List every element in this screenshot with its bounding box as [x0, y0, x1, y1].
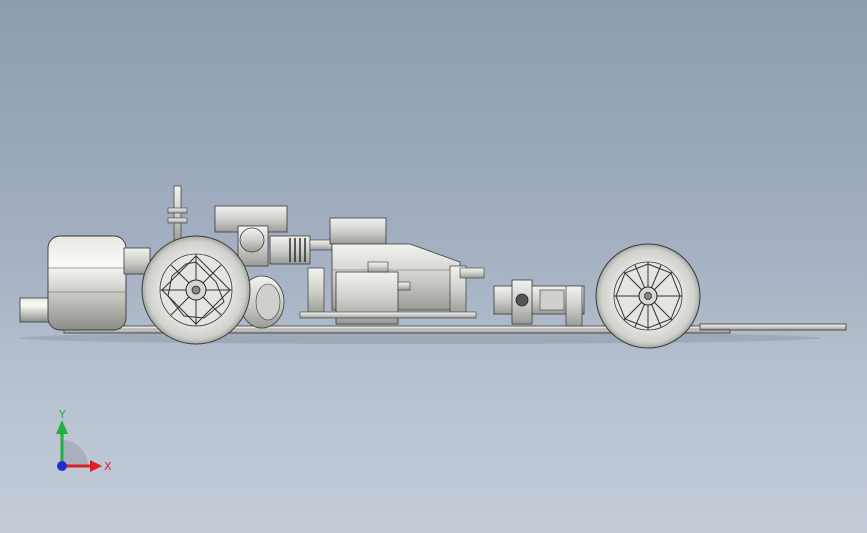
x-axis-label: X	[104, 460, 112, 473]
rear-wheel[interactable]	[141, 235, 251, 345]
center-housing[interactable]	[329, 217, 461, 325]
z-axis-dot	[57, 461, 67, 471]
chassis-model[interactable]	[0, 0, 867, 533]
front-wheel[interactable]	[595, 243, 701, 349]
steering-servo[interactable]	[493, 279, 585, 327]
antenna-post[interactable]	[167, 185, 188, 243]
y-axis-label: Y	[58, 408, 66, 421]
fuel-tank[interactable]	[19, 235, 151, 331]
graphics-viewport[interactable]: Y X	[0, 0, 867, 533]
coordinate-triad: Y X	[56, 408, 112, 473]
